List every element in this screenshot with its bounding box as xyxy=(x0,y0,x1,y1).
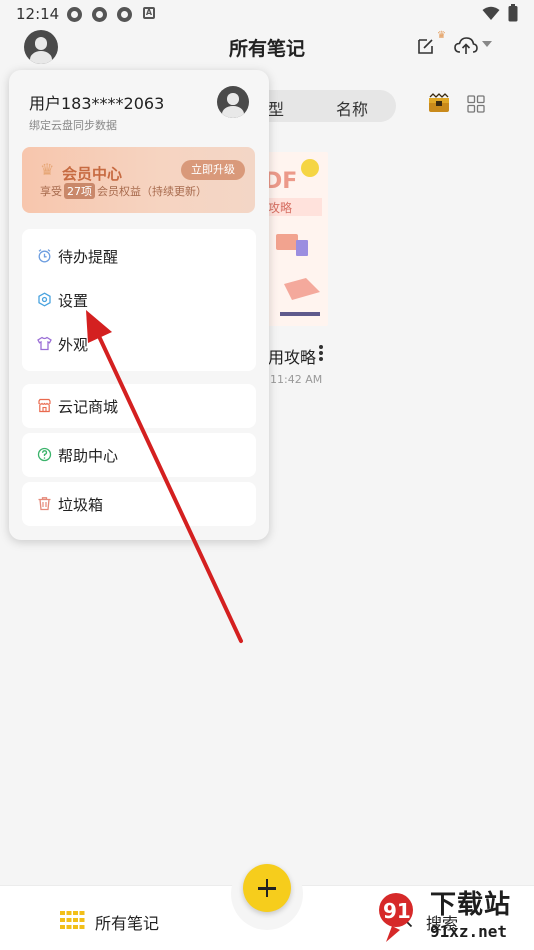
sort-option-type[interactable]: 型 xyxy=(268,96,284,120)
more-options-icon[interactable] xyxy=(318,345,324,363)
note-time: 11:42 AM xyxy=(270,373,323,386)
tshirt-icon xyxy=(37,336,52,351)
upgrade-button[interactable]: 立即升级 xyxy=(181,160,245,180)
membership-chest-icon[interactable] xyxy=(427,92,451,116)
vip-count-badge: 27项 xyxy=(64,183,95,199)
sort-option-name[interactable]: 名称 xyxy=(336,96,368,120)
menu-label-help: 帮助中心 xyxy=(58,447,119,465)
crown-icon: ♛ xyxy=(437,30,446,41)
watermark-site: 91xz.net xyxy=(430,922,508,941)
vip-desc-suffix: 会员权益（持续更新） xyxy=(97,185,207,198)
dropdown-caret-icon[interactable] xyxy=(482,41,492,47)
edit-note-icon[interactable] xyxy=(416,36,436,56)
store-icon xyxy=(38,398,51,413)
status-bar: 12:14 A xyxy=(0,0,534,28)
watermark-title: 下载站 xyxy=(430,890,512,920)
add-note-button[interactable] xyxy=(243,864,291,912)
thumb-text-2: 攻略 xyxy=(268,200,292,215)
vip-desc-prefix: 享受 xyxy=(40,185,62,198)
alarm-clock-icon xyxy=(38,249,51,263)
note-thumbnail[interactable]: DF 攻略 xyxy=(262,152,328,326)
menu-item-help[interactable]: 帮助中心 xyxy=(22,433,256,477)
cloud-upload-icon[interactable] xyxy=(454,36,478,56)
menu-label-reminders: 待办提醒 xyxy=(58,248,119,266)
drawer-subtitle[interactable]: 绑定云盘同步数据 xyxy=(29,117,117,133)
note-title[interactable]: 用攻略 xyxy=(268,344,316,368)
menu-item-appearance[interactable]: 外观 xyxy=(22,322,256,366)
wifi-icon xyxy=(482,6,500,20)
menu-label-settings: 设置 xyxy=(58,292,89,310)
status-time: 12:14 xyxy=(16,5,60,23)
app-notification-icon xyxy=(117,7,132,22)
grid-view-icon[interactable] xyxy=(467,95,485,113)
menu-item-reminders[interactable]: 待办提醒 xyxy=(22,234,256,278)
watermark-logo: 91 xyxy=(379,893,413,942)
watermark-logo-digits: 91 xyxy=(383,899,411,923)
menu-item-trash[interactable]: 垃圾箱 xyxy=(22,482,256,526)
vip-center-card[interactable] xyxy=(22,147,255,213)
drawer-avatar[interactable] xyxy=(217,86,249,118)
tab-all-notes[interactable]: 所有笔记 xyxy=(95,910,159,934)
menu-item-store[interactable]: 云记商城 xyxy=(22,384,256,428)
menu-label-appearance: 外观 xyxy=(58,336,89,354)
menu-label-store: 云记商城 xyxy=(58,398,119,416)
menu-group-main: 待办提醒 设置 外观 xyxy=(22,229,256,371)
a-notification-icon: A xyxy=(143,7,155,19)
menu-item-settings[interactable]: 设置 xyxy=(22,278,256,322)
gear-icon xyxy=(38,292,51,307)
vip-description: 享受 27项 会员权益（持续更新） xyxy=(40,183,207,199)
help-icon xyxy=(37,447,52,462)
trash-icon xyxy=(38,497,51,511)
drawer-username[interactable]: 用户183****2063 xyxy=(29,90,164,114)
note-thumbnail-art: DF 攻略 xyxy=(262,152,328,326)
vip-crown-icon: ♛ xyxy=(40,160,55,179)
app-notification-icon xyxy=(92,7,107,22)
battery-icon xyxy=(508,4,518,22)
app-notification-icon xyxy=(67,7,82,22)
vip-title: 会员中心 xyxy=(62,165,123,183)
menu-label-trash: 垃圾箱 xyxy=(58,496,104,514)
grid-notes-icon xyxy=(60,911,85,929)
